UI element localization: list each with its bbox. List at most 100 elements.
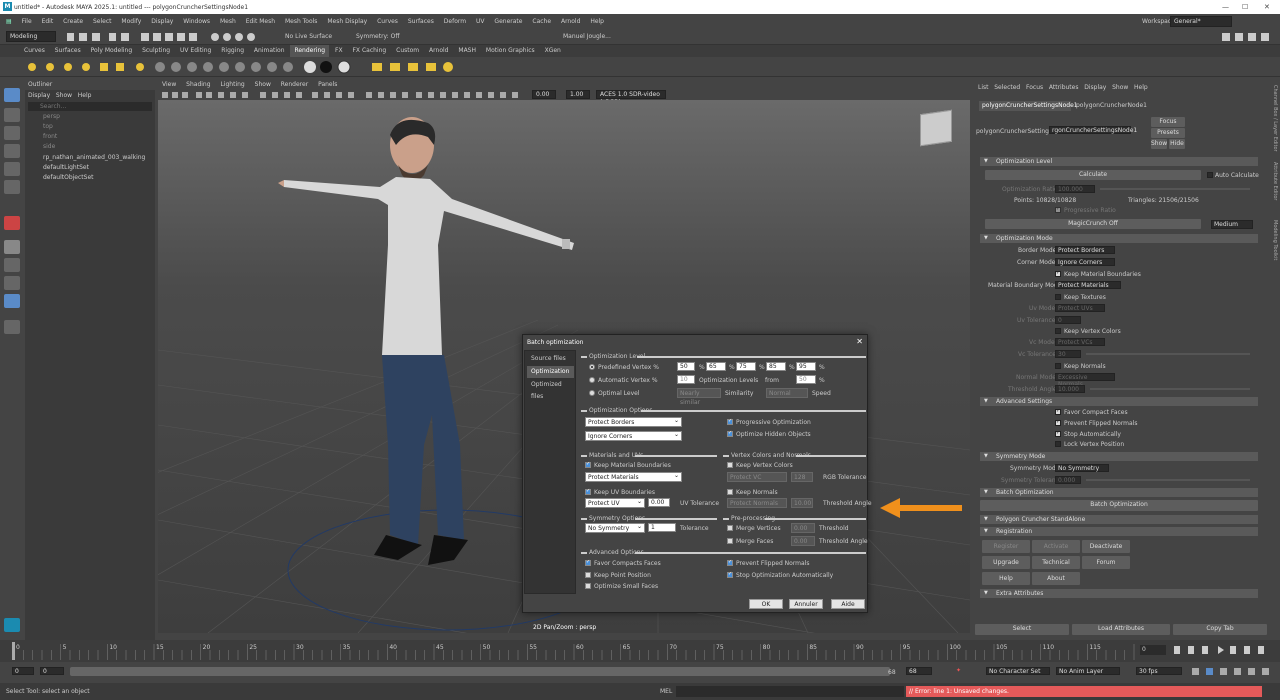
merge-vertices-field[interactable]: 0.00 [791, 523, 815, 533]
ae-prevent-flipped-checkbox[interactable] [1055, 419, 1061, 426]
from-field[interactable]: 50 [796, 375, 816, 384]
ae-menu-list[interactable]: List [978, 84, 989, 91]
ae-node-name-field[interactable]: rgonCruncherSettingsNode1 [1049, 126, 1137, 134]
menu-mesh-display[interactable]: Mesh Display [323, 14, 371, 29]
normal-mode-dropdown[interactable]: Protect Normals [727, 498, 787, 508]
outliner-menu-help[interactable]: Help [78, 92, 92, 99]
section-extra-attributes[interactable]: Extra Attributes [980, 589, 1258, 598]
help-button[interactable]: Aide [831, 599, 865, 609]
ae-tab-settings[interactable]: polygonCruncherSettingsNode1 [979, 101, 1078, 111]
section-advanced-settings[interactable]: Advanced Settings [980, 397, 1258, 406]
section-registration[interactable]: Registration [980, 527, 1258, 536]
anim-layer-dropdown[interactable]: No Anim Layer [1056, 667, 1120, 675]
symmetry-tolerance-field[interactable]: 1 [648, 523, 676, 532]
ratio-slider[interactable] [1100, 188, 1250, 190]
uv-mode-dropdown[interactable]: Protect UV [585, 497, 645, 508]
menu-create[interactable]: Create [59, 14, 87, 29]
ae-menu-display[interactable]: Display [1084, 84, 1106, 91]
upgrade-button[interactable]: Upgrade [982, 556, 1030, 569]
vp-menu-lighting[interactable]: Lighting [216, 80, 248, 90]
ae-presets-button[interactable]: Presets [1151, 128, 1185, 138]
scale-tool-icon[interactable] [4, 180, 20, 194]
corner-mode-dropdown[interactable]: Ignore Corners [585, 430, 682, 441]
fps-dropdown[interactable]: 30 fps [1136, 667, 1182, 675]
range-start-field[interactable]: 0 [12, 667, 34, 675]
shelf-tab-sculpting[interactable]: Sculpting [138, 45, 174, 57]
panel-toggle-icons[interactable] [1220, 31, 1278, 43]
pv-field-2[interactable]: 65 [706, 362, 726, 371]
outliner-item-object-set[interactable]: defaultObjectSet [43, 174, 94, 181]
ae-keep-vc-checkbox[interactable] [1055, 328, 1061, 334]
view-cube-icon[interactable] [920, 109, 952, 147]
outliner-menu-show[interactable]: Show [56, 92, 72, 99]
ae-show-button[interactable]: Show [1151, 139, 1167, 149]
shelf-tab-uv-editing[interactable]: UV Editing [176, 45, 215, 57]
merge-faces-checkbox[interactable] [727, 538, 733, 544]
menu-select[interactable]: Select [89, 14, 116, 29]
section-optimization-level[interactable]: Optimization Level [980, 157, 1258, 166]
ae-vc-mode-dropdown[interactable]: Protect VCs [1055, 338, 1105, 346]
menu-modify[interactable]: Modify [117, 14, 145, 29]
menu-file[interactable]: File [18, 14, 36, 29]
vp-menu-panels[interactable]: Panels [314, 80, 341, 90]
shelf-tab-rendering[interactable]: Rendering [290, 45, 330, 57]
ae-batch-optimization-button[interactable]: Batch Optimization [980, 500, 1258, 511]
select-tool-icon[interactable] [4, 88, 20, 102]
menu-uv[interactable]: UV [472, 14, 489, 29]
keep-vc-checkbox[interactable] [727, 462, 733, 468]
pv-field-1[interactable]: 50 [677, 362, 695, 371]
dialog-close-icon[interactable]: ✕ [856, 337, 863, 346]
magic-quality-dropdown[interactable]: Medium [1211, 220, 1253, 229]
ae-material-mode-dropdown[interactable]: Protect Materials [1055, 281, 1121, 289]
outliner-menu-display[interactable]: Display [28, 92, 50, 99]
outliner-item-light-set[interactable]: defaultLightSet [43, 164, 89, 171]
shelf-tab-fx[interactable]: FX [331, 45, 347, 57]
shelf-tab-mash[interactable]: MASH [454, 45, 480, 57]
register-button[interactable]: Register [982, 540, 1030, 553]
forum-button[interactable]: Forum [1082, 556, 1130, 569]
outliner-item-front[interactable]: front [43, 133, 57, 140]
ae-symmetry-tolerance-field[interactable]: 0.000 [1055, 476, 1081, 484]
range-slider[interactable] [70, 667, 890, 676]
menu-help[interactable]: Help [586, 14, 608, 29]
ae-uv-mode-dropdown[interactable]: Protect UVs [1055, 304, 1105, 312]
command-input[interactable] [676, 686, 904, 697]
optimal-radio[interactable] [589, 390, 595, 396]
shelf-tab-animation[interactable]: Animation [250, 45, 289, 57]
vc-tolerance-slider[interactable] [1086, 353, 1250, 355]
deactivate-button[interactable]: Deactivate [1082, 540, 1130, 553]
single-view-icon[interactable] [4, 240, 20, 254]
pv-field-5[interactable]: 95 [796, 362, 816, 371]
playback-controls[interactable] [1172, 645, 1272, 655]
symmetry-dropdown[interactable]: No Symmetry [585, 522, 645, 533]
viewport-toolbar-icons[interactable] [162, 91, 522, 99]
threshold-slider[interactable] [1090, 388, 1250, 390]
optimize-hidden-checkbox[interactable] [727, 430, 733, 437]
auto-calculate-checkbox[interactable] [1207, 172, 1213, 178]
side-tab-channel-box[interactable]: Channel Box / Layer Editor [1272, 85, 1278, 152]
side-tab-attribute-editor[interactable]: Attribute Editor [1272, 162, 1278, 200]
rendering-shelf-icons[interactable] [20, 59, 460, 75]
range-icons[interactable] [1190, 666, 1276, 677]
nav-source-files[interactable]: Source files [527, 353, 574, 365]
side-tab-modeling-toolkit[interactable]: Modeling Toolkit [1272, 220, 1278, 260]
progressive-ratio-checkbox[interactable] [1055, 206, 1061, 213]
ae-menu-show[interactable]: Show [1112, 84, 1128, 91]
keep-point-checkbox[interactable] [585, 572, 591, 578]
snap-icon[interactable] [4, 216, 20, 230]
nav-optimized-files[interactable]: Optimized files [527, 379, 574, 400]
menu-deform[interactable]: Deform [440, 14, 470, 29]
outliner-layout-icon[interactable] [4, 294, 20, 308]
range-anim-start-field[interactable]: 0 [40, 667, 64, 675]
shelf-tab-xgen[interactable]: XGen [541, 45, 565, 57]
shelf-tab-custom[interactable]: Custom [392, 45, 423, 57]
ae-keep-material-checkbox[interactable] [1055, 270, 1061, 277]
current-frame-marker[interactable] [12, 642, 15, 660]
ae-menu-attributes[interactable]: Attributes [1049, 84, 1079, 91]
merge-vertices-checkbox[interactable] [727, 525, 733, 531]
menu-cache[interactable]: Cache [528, 14, 555, 29]
ae-tab-node[interactable]: polygonCruncherNode1 [1073, 101, 1147, 111]
ae-uv-tolerance-field[interactable]: 0 [1055, 316, 1081, 324]
menu-surfaces[interactable]: Surfaces [404, 14, 438, 29]
shelf-tab-motion-graphics[interactable]: Motion Graphics [482, 45, 539, 57]
